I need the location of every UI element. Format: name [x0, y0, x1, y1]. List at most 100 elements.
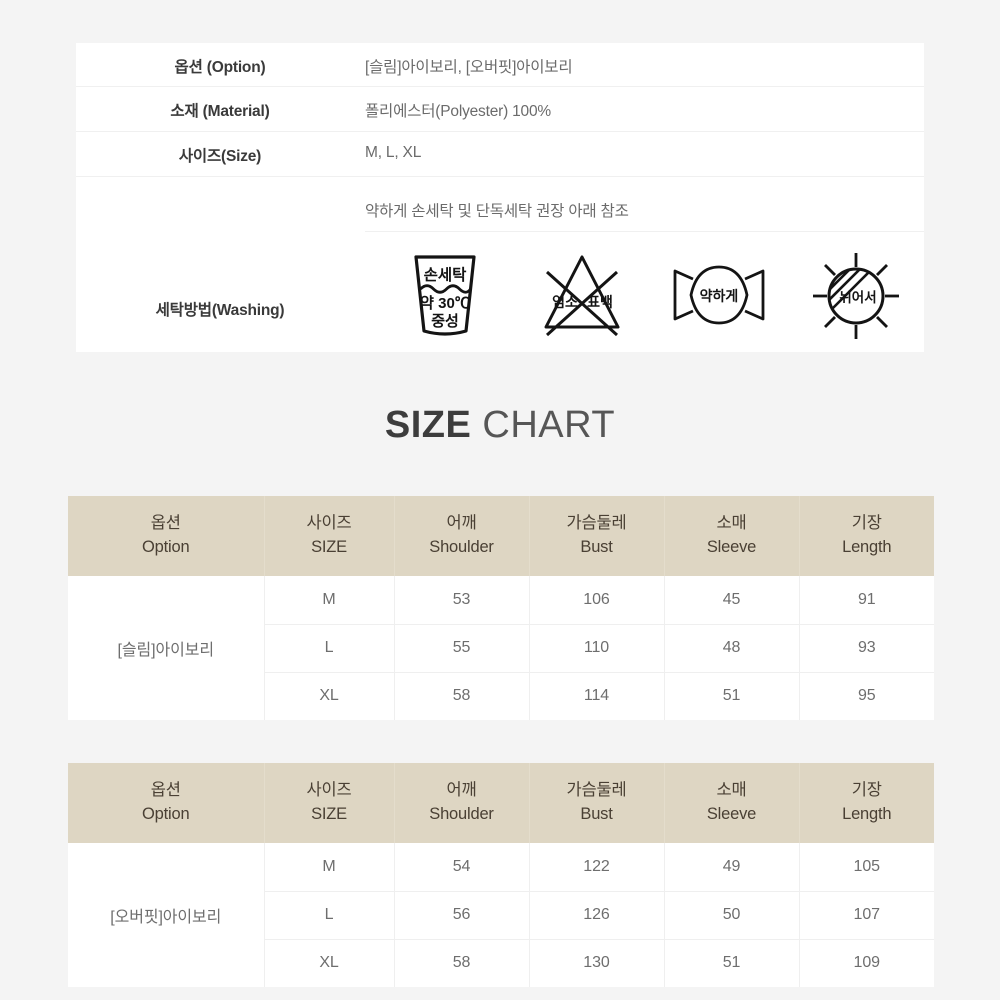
cell-sleeve: 48 [664, 624, 800, 673]
col-header-shoulder: 어깨 Shoulder [394, 763, 530, 843]
hand-wash-temp-text: 약 30℃ [420, 294, 470, 312]
info-label-size: 사이즈(Size) [178, 148, 262, 165]
info-row-washing: 세탁방법(Washing) 약하게 손세탁 및 단독세탁 권장 아래 참조 손세… [76, 177, 924, 352]
bleach-right-text: 표백 [587, 294, 613, 310]
info-label-material: 소재 (Material) [170, 103, 270, 120]
dry-flat-center-text: 뉘어서 [839, 289, 876, 305]
cell-bust: 126 [529, 891, 665, 940]
cell-shoulder: 58 [394, 672, 530, 720]
col-header-shoulder-kr: 어깨 [446, 781, 477, 800]
table-header-row: 옵션 Option 사이즈 SIZE 어깨 Shoulder 가슴둘레 Bust… [68, 496, 934, 576]
no-chlorine-bleach-icon: 염소 표백 [527, 249, 637, 349]
col-header-sleeve: 소매 Sleeve [664, 763, 800, 843]
cell-length: 91 [799, 576, 934, 625]
col-header-length-kr: 기장 [851, 781, 882, 800]
col-header-size-kr: 사이즈 [306, 781, 352, 800]
info-row-material: 소재 (Material) 폴리에스터(Polyester) 100% [76, 87, 924, 132]
col-header-sleeve-en: Sleeve [706, 538, 757, 556]
col-header-option: 옵션 Option [68, 763, 265, 843]
washing-divider [365, 231, 924, 232]
cell-length: 93 [799, 624, 934, 673]
col-header-length-kr: 기장 [851, 514, 882, 533]
col-header-option-kr: 옵션 [150, 781, 181, 800]
hand-wash-top-text: 손세탁 [423, 266, 467, 284]
product-info-card: 옵션 (Option) [슬림]아이보리, [오버핏]아이보리 소재 (Mate… [76, 43, 924, 352]
info-row-size: 사이즈(Size) M, L, XL [76, 132, 924, 177]
col-header-bust-kr: 가슴둘레 [566, 781, 627, 800]
col-header-length-en: Length [842, 805, 892, 823]
cell-bust: 110 [529, 624, 665, 673]
cell-size: XL [264, 939, 395, 987]
info-label-option: 옵션 (Option) [174, 59, 266, 76]
slim-size-table: 옵션 Option 사이즈 SIZE 어깨 Shoulder 가슴둘레 Bust… [68, 496, 934, 720]
col-header-shoulder-kr: 어깨 [446, 514, 477, 533]
col-header-shoulder: 어깨 Shoulder [394, 496, 530, 576]
col-header-length: 기장 Length [799, 763, 934, 843]
info-value-material: 폴리에스터(Polyester) 100% [365, 103, 551, 120]
cell-shoulder: 54 [394, 843, 530, 892]
info-row-option: 옵션 (Option) [슬림]아이보리, [오버핏]아이보리 [76, 43, 924, 87]
col-header-option-kr: 옵션 [150, 514, 181, 533]
cell-sleeve: 51 [664, 672, 800, 720]
col-header-sleeve-kr: 소매 [716, 781, 747, 800]
col-header-sleeve-kr: 소매 [716, 514, 747, 533]
col-header-size: 사이즈 SIZE [264, 496, 395, 576]
cell-size: L [264, 624, 395, 673]
overfit-size-table: 옵션 Option 사이즈 SIZE 어깨 Shoulder 가슴둘레 Bust… [68, 763, 934, 987]
info-value-option: [슬림]아이보리, [오버핏]아이보리 [365, 59, 573, 76]
option-cell: [오버핏]아이보리 [68, 843, 265, 987]
cell-shoulder: 55 [394, 624, 530, 673]
info-label-washing: 세탁방법(Washing) [155, 302, 285, 319]
table-row: [오버핏]아이보리 M 54 122 49 105 [68, 843, 934, 987]
washing-symbol-group: 손세탁 약 30℃ 중성 염소 표백 약하게 뉘어서 [376, 249, 924, 349]
cell-bust: 114 [529, 672, 665, 720]
hand-wash-neutral-text: 중성 [431, 312, 459, 330]
cell-size: M [264, 576, 395, 625]
cell-sleeve: 50 [664, 891, 800, 940]
cell-sleeve: 49 [664, 843, 800, 892]
washing-note: 약하게 손세탁 및 단독세탁 권장 아래 참조 [365, 203, 629, 220]
option-cell: [슬림]아이보리 [68, 576, 265, 720]
col-header-length: 기장 Length [799, 496, 934, 576]
col-header-bust-en: Bust [580, 805, 613, 823]
col-header-bust-kr: 가슴둘레 [566, 514, 627, 533]
size-chart-title-light: CHART [482, 404, 616, 446]
cell-length: 109 [853, 954, 881, 972]
col-header-bust: 가슴둘레 Bust [529, 496, 665, 576]
col-header-option-en: Option [142, 805, 190, 823]
hand-wash-basin-icon: 손세탁 약 30℃ 중성 [390, 249, 500, 349]
col-header-bust-en: Bust [580, 538, 613, 556]
cell-bust: 106 [529, 576, 665, 625]
col-header-size-kr: 사이즈 [306, 514, 352, 533]
cell-size: M [264, 843, 395, 892]
cell-size: L [264, 891, 395, 940]
cell-sleeve: 51 [664, 939, 800, 987]
col-header-bust: 가슴둘레 Bust [529, 763, 665, 843]
col-header-shoulder-en: Shoulder [429, 538, 494, 556]
col-header-shoulder-en: Shoulder [429, 805, 494, 823]
col-header-option-en: Option [142, 538, 190, 556]
gentle-wring-icon: 약하게 [664, 249, 774, 349]
col-header-option: 옵션 Option [68, 496, 265, 576]
size-chart-title: SIZE CHART [0, 404, 1000, 447]
cell-length: 105 [799, 843, 934, 892]
cell-bust: 122 [529, 843, 665, 892]
col-header-sleeve: 소매 Sleeve [664, 496, 800, 576]
cell-length: 107 [799, 891, 934, 940]
col-header-sleeve-en: Sleeve [706, 805, 757, 823]
dry-flat-shade-icon: 뉘어서 [801, 249, 911, 349]
col-header-length-en: Length [842, 538, 892, 556]
cell-size: XL [264, 672, 395, 720]
info-value-size: M, L, XL [365, 144, 422, 161]
col-header-size-en: SIZE [311, 538, 347, 556]
cell-length: 95 [857, 687, 876, 705]
bleach-left-text: 염소 [552, 294, 578, 310]
cell-bust: 130 [529, 939, 665, 987]
cell-shoulder: 58 [394, 939, 530, 987]
table-header-row: 옵션 Option 사이즈 SIZE 어깨 Shoulder 가슴둘레 Bust… [68, 763, 934, 843]
wring-center-text: 약하게 [699, 288, 738, 304]
size-chart-title-bold: SIZE [384, 404, 472, 446]
cell-sleeve: 45 [664, 576, 800, 625]
table-row: [슬림]아이보리 M 53 106 45 91 [68, 576, 934, 720]
col-header-size: 사이즈 SIZE [264, 763, 395, 843]
